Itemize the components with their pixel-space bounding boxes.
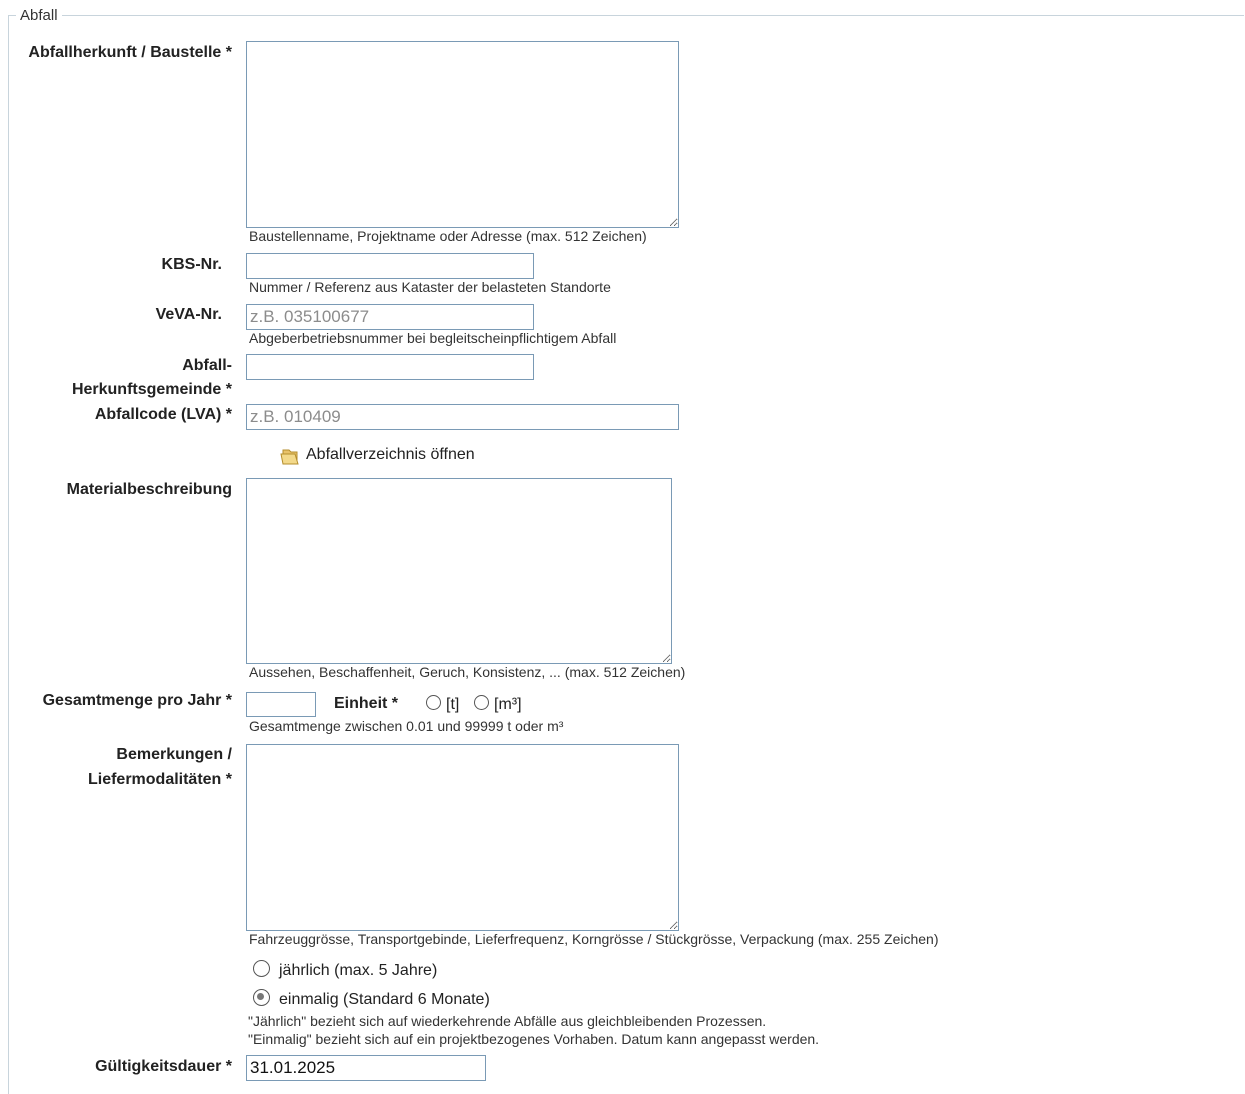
herkunft-label: Abfallherkunft / Baustelle * <box>28 44 232 61</box>
gemeinde-label-line1: Abfall- <box>182 357 232 374</box>
material-label: Materialbeschreibung <box>66 481 232 498</box>
periodizitaet-hint-2: "Einmalig" bezieht sich auf ein projektb… <box>248 1031 820 1047</box>
periodizitaet-hint-1: "Jährlich" bezieht sich auf wiederkehren… <box>248 1013 767 1029</box>
kbs-label: KBS-Nr. <box>161 256 222 273</box>
menge-label: Gesamtmenge pro Jahr * <box>42 692 232 709</box>
unit-m3-radio[interactable] <box>474 695 489 710</box>
gueltigkeit-input[interactable] <box>246 1055 486 1081</box>
veva-hint: Abgeberbetriebsnummer bei begleitscheinp… <box>249 330 617 346</box>
abfallverzeichnis-link[interactable]: Abfallverzeichnis öffnen <box>306 446 475 464</box>
herkunft-textarea[interactable] <box>246 41 679 228</box>
gemeinde-input[interactable] <box>246 354 534 380</box>
unit-m3-label: [m³] <box>494 696 522 713</box>
fieldset-legend: Abfall <box>16 7 62 24</box>
folder-icon[interactable] <box>280 446 300 466</box>
abfallcode-input[interactable] <box>246 404 679 430</box>
jaehrlich-label: jährlich (max. 5 Jahre) <box>279 962 438 979</box>
veva-label: VeVA-Nr. <box>155 306 222 323</box>
gueltigkeit-label: Gültigkeitsdauer * <box>95 1058 232 1075</box>
kbs-input[interactable] <box>246 253 534 279</box>
jaehrlich-radio[interactable] <box>253 960 270 977</box>
veva-input[interactable] <box>246 304 534 330</box>
menge-hint: Gesamtmenge zwischen 0.01 und 99999 t od… <box>249 718 564 734</box>
einmalig-label: einmalig (Standard 6 Monate) <box>279 991 490 1008</box>
material-hint: Aussehen, Beschaffenheit, Geruch, Konsis… <box>249 664 686 680</box>
bemerkungen-textarea[interactable] <box>246 744 679 931</box>
abfallcode-label: Abfallcode (LVA) * <box>94 406 232 423</box>
material-textarea[interactable] <box>246 478 672 664</box>
kbs-hint: Nummer / Referenz aus Kataster der belas… <box>249 279 611 295</box>
gemeinde-label-line2: Herkunftsgemeinde * <box>71 381 232 398</box>
bemerkungen-label-line2: Liefermodalitäten * <box>87 771 232 788</box>
unit-t-radio[interactable] <box>426 695 441 710</box>
einheit-label: Einheit * <box>334 695 399 712</box>
bemerkungen-label-line1: Bemerkungen / <box>116 746 232 763</box>
menge-input[interactable] <box>246 692 316 717</box>
einmalig-radio[interactable] <box>253 989 270 1006</box>
unit-t-label: [t] <box>446 696 460 713</box>
fieldset-border-top <box>8 15 1244 16</box>
herkunft-hint: Baustellenname, Projektname oder Adresse… <box>249 228 647 244</box>
bemerkungen-hint: Fahrzeuggrösse, Transportgebinde, Liefer… <box>249 931 939 947</box>
fieldset-border-left <box>8 15 9 1094</box>
